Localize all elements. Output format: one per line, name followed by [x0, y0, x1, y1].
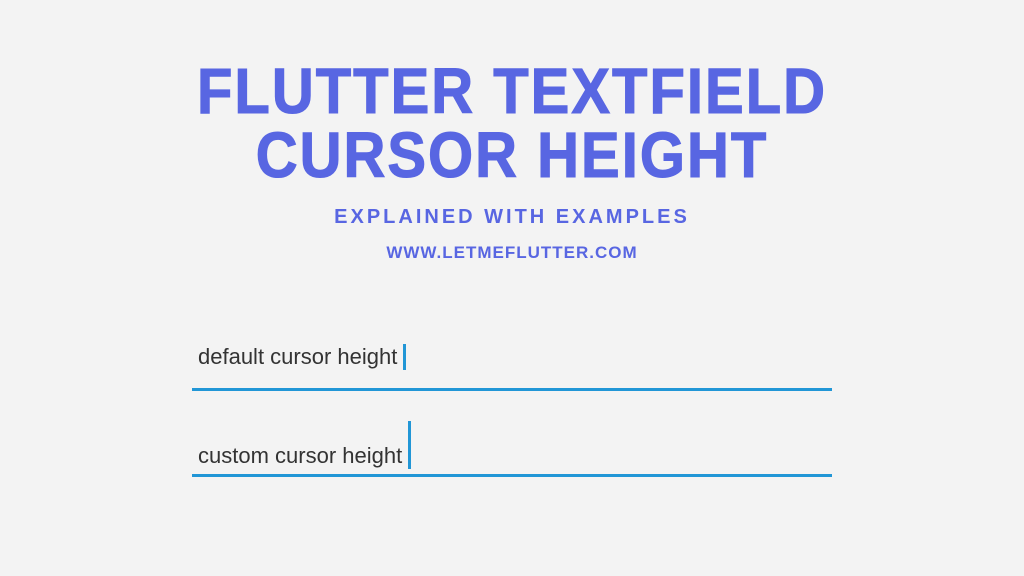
website-url: WWW.LETMEFLUTTER.COM [197, 243, 827, 263]
textfield-default-label: default cursor height [198, 344, 397, 370]
textfield-custom[interactable]: custom cursor height [192, 409, 832, 477]
textfield-default[interactable]: default cursor height [192, 323, 832, 391]
examples-container: default cursor height custom cursor heig… [192, 323, 832, 495]
subtitle: EXPLAINED WITH EXAMPLES [197, 206, 827, 229]
textfield-custom-label: custom cursor height [198, 443, 402, 469]
header: FLUTTER TEXTFIELD CURSOR HEIGHT EXPLAINE… [197, 60, 827, 263]
main-title-line2: CURSOR HEIGHT [197, 121, 827, 191]
underline-icon [192, 474, 832, 477]
main-title-line1: FLUTTER TEXTFIELD [197, 57, 827, 127]
cursor-custom-icon [408, 421, 411, 469]
underline-icon [192, 388, 832, 391]
cursor-default-icon [403, 344, 406, 370]
